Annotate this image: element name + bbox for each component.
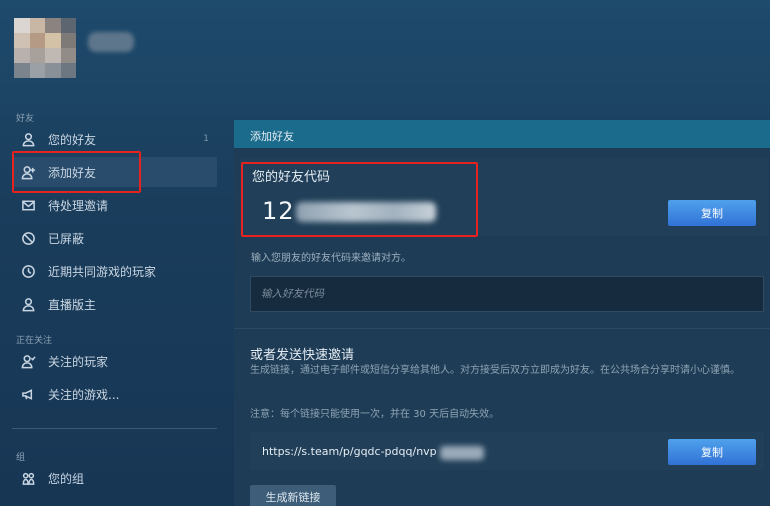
friend-code-input[interactable] <box>250 276 764 312</box>
invite-link-redacted <box>440 446 484 460</box>
person-icon <box>20 131 36 147</box>
sidebar-item-pending-invites[interactable]: 待处理邀请 <box>12 190 217 220</box>
sidebar-item-followed-games[interactable]: 关注的游戏... <box>12 379 217 409</box>
sidebar-item-label: 直播版主 <box>48 297 97 312</box>
sidebar-item-label: 关注的玩家 <box>48 354 109 369</box>
sidebar-item-label: 待处理邀请 <box>48 198 109 213</box>
page-title: 添加好友 <box>234 120 770 148</box>
quick-invite-description: 生成链接，通过电子邮件或短信分享给其他人。对方接受后双方立即成为好友。在公共场合… <box>250 365 740 376</box>
block-icon <box>20 230 36 246</box>
highlight-box-friend-code <box>241 162 478 237</box>
copy-link-button[interactable]: 复制 <box>668 439 756 465</box>
friend-count: 1 <box>203 134 209 144</box>
section-friends: 好友 <box>16 114 35 124</box>
friend-code-hint: 输入您朋友的好友代码来邀请对方。 <box>251 253 411 264</box>
profile-name-redacted <box>88 32 134 52</box>
sidebar-divider <box>12 428 217 429</box>
quick-invite-title: 或者发送快速邀请 <box>250 348 355 363</box>
person-follow-icon <box>20 353 36 369</box>
sidebar-item-blocked[interactable]: 已屏蔽 <box>12 223 217 253</box>
sidebar-item-label: 已屏蔽 <box>48 231 85 246</box>
sidebar-item-broadcast-moderators[interactable]: 直播版主 <box>12 289 217 319</box>
sidebar-item-label: 您的好友 <box>48 132 97 147</box>
invite-link-text[interactable]: https://s.team/p/gqdc-pdqq/nvp <box>262 445 437 458</box>
highlight-box-add-friend <box>12 151 141 193</box>
section-following: 正在关注 <box>16 336 53 346</box>
sidebar-item-label: 近期共同游戏的玩家 <box>48 264 157 279</box>
person-icon <box>20 296 36 312</box>
sidebar-item-your-groups[interactable]: 您的组 <box>12 463 217 493</box>
megaphone-icon <box>20 386 36 402</box>
clock-icon <box>20 263 36 279</box>
sidebar-item-followed-players[interactable]: 关注的玩家 <box>12 346 217 376</box>
sidebar-item-label: 您的组 <box>48 471 85 486</box>
copy-code-button[interactable]: 复制 <box>668 200 756 226</box>
mail-icon <box>20 197 36 213</box>
section-separator <box>234 328 770 329</box>
sidebar-item-your-friends[interactable]: 您的好友 1 <box>12 124 217 154</box>
generate-link-button[interactable]: 生成新链接 <box>250 485 336 506</box>
group-icon <box>20 470 36 486</box>
sidebar-item-recent-players[interactable]: 近期共同游戏的玩家 <box>12 256 217 286</box>
quick-invite-note: 注意：每个链接只能使用一次，并在 30 天后自动失效。 <box>250 409 500 420</box>
avatar[interactable] <box>14 18 76 78</box>
section-groups: 组 <box>16 453 26 463</box>
sidebar-item-label: 关注的游戏... <box>48 387 120 402</box>
